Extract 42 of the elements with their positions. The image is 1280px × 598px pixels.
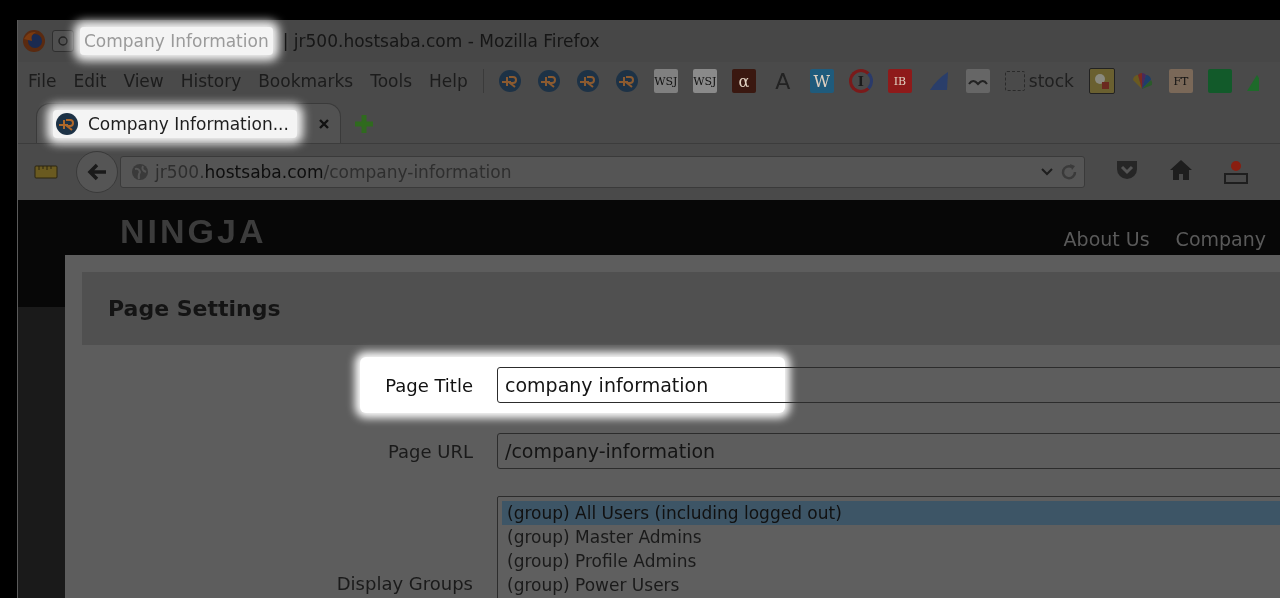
- dropdown-icon[interactable]: [1040, 167, 1054, 177]
- globe-icon[interactable]: [575, 69, 600, 93]
- list-option[interactable]: (group) All Users (including logged out): [502, 501, 1280, 525]
- browser-tab[interactable]: Company Information...: [36, 103, 341, 143]
- globe-icon: [131, 163, 149, 181]
- new-tab-icon[interactable]: [353, 113, 375, 135]
- close-icon[interactable]: [318, 117, 330, 130]
- dashed-square-icon[interactable]: [1004, 71, 1025, 91]
- list-option[interactable]: (group) Power Users: [502, 573, 1280, 597]
- field-label: Display Groups: [336, 573, 473, 594]
- text-field[interactable]: /company-information: [497, 433, 1280, 469]
- bookmark-icon[interactable]: [1207, 69, 1232, 93]
- list-box[interactable]: (group) All Users (including logged out) (group) Master Admins (group) Profile Admins (group) Power Users: [497, 496, 1280, 598]
- window-title: Company Information: [80, 27, 273, 55]
- home-icon[interactable]: [1169, 159, 1193, 181]
- bookmark-icon[interactable]: WSJ: [653, 69, 678, 93]
- text-field[interactable]: company information: [497, 367, 1280, 403]
- reload-icon[interactable]: [1060, 163, 1078, 181]
- bookmark-icon[interactable]: FT: [1168, 69, 1193, 93]
- bookmark-icon[interactable]: W: [809, 69, 834, 93]
- globe-icon[interactable]: [497, 69, 522, 93]
- circle-icon: [57, 35, 69, 47]
- list-option[interactable]: (group) Profile Admins: [502, 549, 1280, 573]
- list-option[interactable]: (group) Master Admins: [502, 525, 1280, 549]
- browser-logo-icon: [22, 29, 46, 53]
- dialog-title: Page Settings: [108, 296, 281, 321]
- globe-icon[interactable]: [536, 69, 561, 93]
- arrow-left-icon: [86, 162, 108, 182]
- nav-link[interactable]: About Us: [1063, 228, 1150, 250]
- bookmark-icon[interactable]: WSJ: [692, 69, 717, 93]
- sidebar-icon[interactable]: [34, 165, 58, 179]
- favicon-icon: [55, 111, 79, 136]
- nav-link[interactable]: Company: [1175, 228, 1266, 250]
- field-label: Page Title: [385, 374, 473, 396]
- download-icon[interactable]: [1223, 159, 1249, 185]
- globe-icon[interactable]: [614, 69, 639, 93]
- back-button[interactable]: [76, 151, 118, 193]
- field-label: Page URL: [388, 440, 473, 462]
- bookmark-icon[interactable]: α: [731, 69, 756, 93]
- bookmark-icon[interactable]: IB: [887, 69, 912, 93]
- window-menu-button[interactable]: [52, 30, 74, 52]
- pocket-icon[interactable]: [1115, 159, 1139, 181]
